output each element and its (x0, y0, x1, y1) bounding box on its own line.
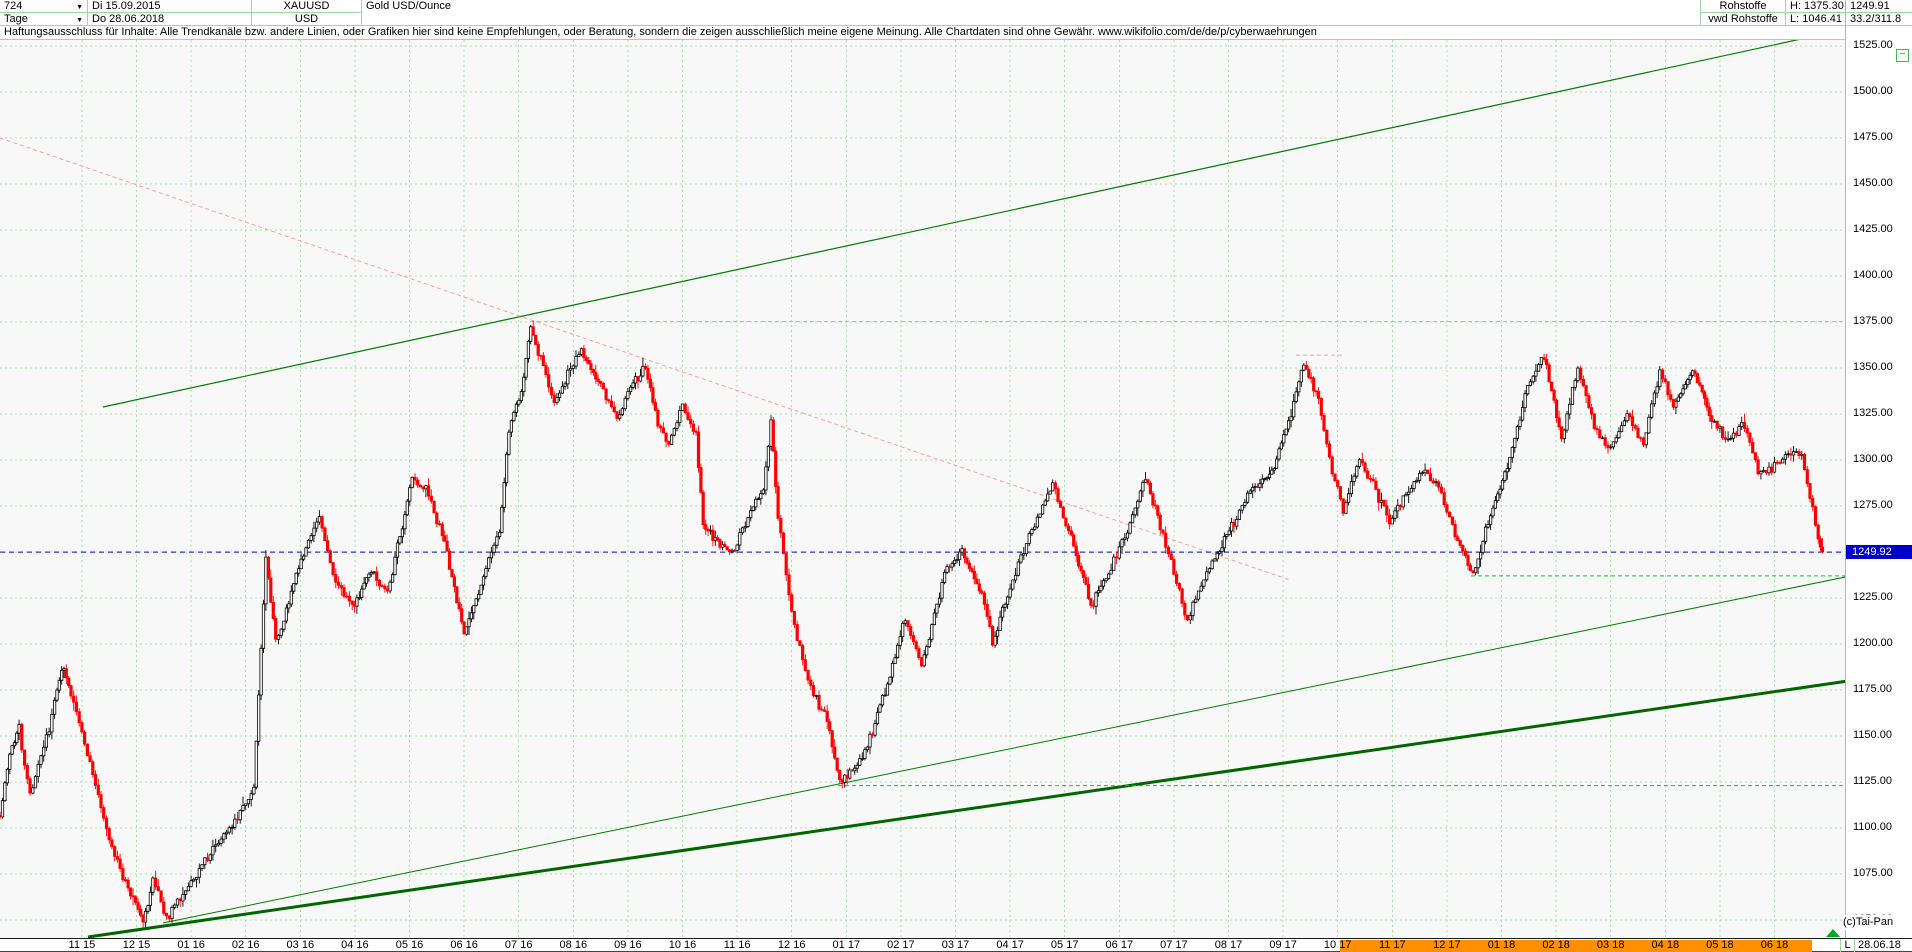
symbol-value: XAUUSD (283, 0, 330, 12)
date-axis-label: 09 17 (1269, 939, 1297, 951)
price-axis-label: 1450.00 (1853, 177, 1893, 189)
price-axis-label: 1425.00 (1853, 223, 1893, 235)
date-axis-label: 09 16 (614, 939, 642, 951)
high-cell: H: 1375.30 (1786, 0, 1846, 13)
date-axis-label: 06 17 (1105, 939, 1134, 951)
price-axis-label: 1275.00 (1853, 499, 1893, 511)
date-axis-label: 10 16 (668, 939, 697, 951)
group-name: Rohstoffe (1719, 0, 1767, 12)
date-axis-label: 06 16 (450, 939, 478, 951)
provider-name: vwd Rohstoffe (1708, 13, 1778, 25)
date-axis-label: 05 18 (1706, 939, 1734, 951)
price-axis-label: 1200.00 (1853, 637, 1893, 649)
date-axis-label: 07 16 (504, 939, 533, 951)
last-date-cell: 28.06.18 (1858, 939, 1901, 952)
collapse-button[interactable]: − (1896, 49, 1909, 62)
price-axis-label: 1125.00 (1853, 775, 1892, 787)
date-axis-label: 11 16 (723, 939, 751, 951)
instrument-name-cell: Gold USD/Ounce (362, 0, 1700, 26)
date-axis-label: 12 17 (1433, 939, 1461, 951)
currency-value: USD (294, 13, 319, 25)
date-axis-label: 08 16 (559, 939, 588, 951)
date-axis-label: 01 16 (177, 939, 205, 951)
date-axis-label: 04 18 (1651, 939, 1680, 951)
low-value: L: 1046.41 (1790, 13, 1842, 25)
chevron-down-icon: ▼ (76, 4, 83, 11)
date-axis-label: 12 16 (777, 939, 806, 951)
date-axis-label: 02 18 (1542, 939, 1570, 951)
date-axis-label: 01 18 (1487, 939, 1516, 951)
date-axis-label: 03 17 (941, 939, 970, 951)
period-dropdown[interactable]: Tage ▼ (0, 13, 88, 26)
disclaimer-bar: Haftungsausschluss für Inhalte: Alle Tre… (0, 26, 1845, 40)
plot-background (0, 40, 1845, 938)
last-price-value: 1249.91 (1850, 0, 1890, 12)
change-info-value: 33.2/311.8 (1850, 13, 1902, 25)
tai-pan-chart-window: 724 ▼ Tage ▼ Di 15.09.2015 Do 28.06.2018… (0, 0, 1912, 952)
instrument-name: Gold USD/Ounce (366, 0, 451, 12)
price-axis-label: 1075.00 (1853, 867, 1893, 879)
last-price-cell: 1249.91 (1846, 0, 1912, 13)
axis-divider (1845, 0, 1846, 952)
change-info-cell: 33.2/311.8 (1846, 13, 1912, 26)
bars-count-value: 724 (4, 0, 23, 12)
disclaimer-text: Haftungsausschluss für Inhalte: Alle Tre… (4, 26, 1317, 38)
date-axis: 11 15 12 15 01 16 02 16 03 16 04 16 05 16 06 16… (0, 938, 1912, 952)
bars-count-dropdown[interactable]: 724 ▼ (0, 0, 88, 13)
currency-cell: USD (252, 13, 362, 26)
date-axis-label: 08 17 (1214, 939, 1243, 951)
price-axis: 1525.00 1500.00 1475.00 1450.00 1425.00 1400.… (1846, 26, 1912, 938)
date-axis-label: 12 15 (122, 939, 151, 951)
date-axis-label: 02 17 (887, 939, 915, 951)
high-value: H: 1375.30 (1790, 0, 1844, 12)
date-axis-label: 11 15 (68, 939, 96, 951)
period-value: Tage (4, 13, 28, 25)
date-axis-label: 05 16 (395, 939, 424, 951)
price-axis-label: 1150.00 (1853, 729, 1892, 741)
date-from-value: Di 15.09.2015 (92, 0, 161, 12)
price-axis-label: 1225.00 (1853, 591, 1893, 603)
provider-cell: vwd Rohstoffe (1700, 13, 1786, 26)
group-cell: Rohstoffe (1700, 0, 1786, 13)
watermark-text: (c)Tai-Pan (1843, 916, 1894, 928)
date-axis-label: 07 17 (1160, 939, 1188, 951)
date-axis-label: 03 16 (286, 939, 315, 951)
current-price-badge: 1249.92 (1846, 545, 1912, 560)
date-to-cell: Do 28.06.2018 (88, 13, 252, 26)
price-axis-label: 1375.00 (1853, 315, 1893, 327)
date-axis-label: 01 17 (832, 939, 861, 951)
price-axis-label: 1175.00 (1853, 683, 1892, 695)
date-axis-label: 10 17 (1323, 939, 1352, 951)
date-axis-label: 02 16 (231, 939, 260, 951)
chart-canvas[interactable] (0, 0, 1912, 952)
price-axis-label: 1325.00 (1853, 407, 1893, 419)
current-price-value: 1249.92 (1852, 546, 1892, 559)
price-axis-label: 1400.00 (1853, 269, 1893, 281)
date-from-cell: Di 15.09.2015 (88, 0, 252, 13)
price-axis-label: 1100.00 (1853, 821, 1892, 833)
price-axis-label: 1500.00 (1853, 85, 1893, 97)
price-axis-label: 1350.00 (1853, 361, 1893, 373)
date-axis-label: 04 17 (996, 939, 1024, 951)
last-marker-cell: L (1840, 939, 1855, 952)
date-axis-label: 03 18 (1596, 939, 1625, 951)
copyright-watermark: (c)Tai-Pan (1843, 915, 1912, 930)
last-date-value: 28.06.18 (1858, 939, 1901, 951)
minus-icon: − (1899, 49, 1906, 60)
chevron-down-icon: ▼ (76, 17, 83, 24)
last-marker: L (1844, 939, 1851, 951)
symbol-cell: XAUUSD (252, 0, 362, 13)
low-cell: L: 1046.41 (1786, 13, 1846, 26)
date-axis-label: 06 18 (1760, 939, 1789, 951)
date-axis-label: 11 17 (1378, 939, 1406, 951)
date-axis-label: 05 17 (1050, 939, 1079, 951)
price-axis-label: 1300.00 (1853, 453, 1893, 465)
date-to-value: Do 28.06.2018 (92, 13, 165, 25)
date-axis-label: 04 16 (341, 939, 369, 951)
price-axis-label: 1475.00 (1853, 131, 1893, 143)
